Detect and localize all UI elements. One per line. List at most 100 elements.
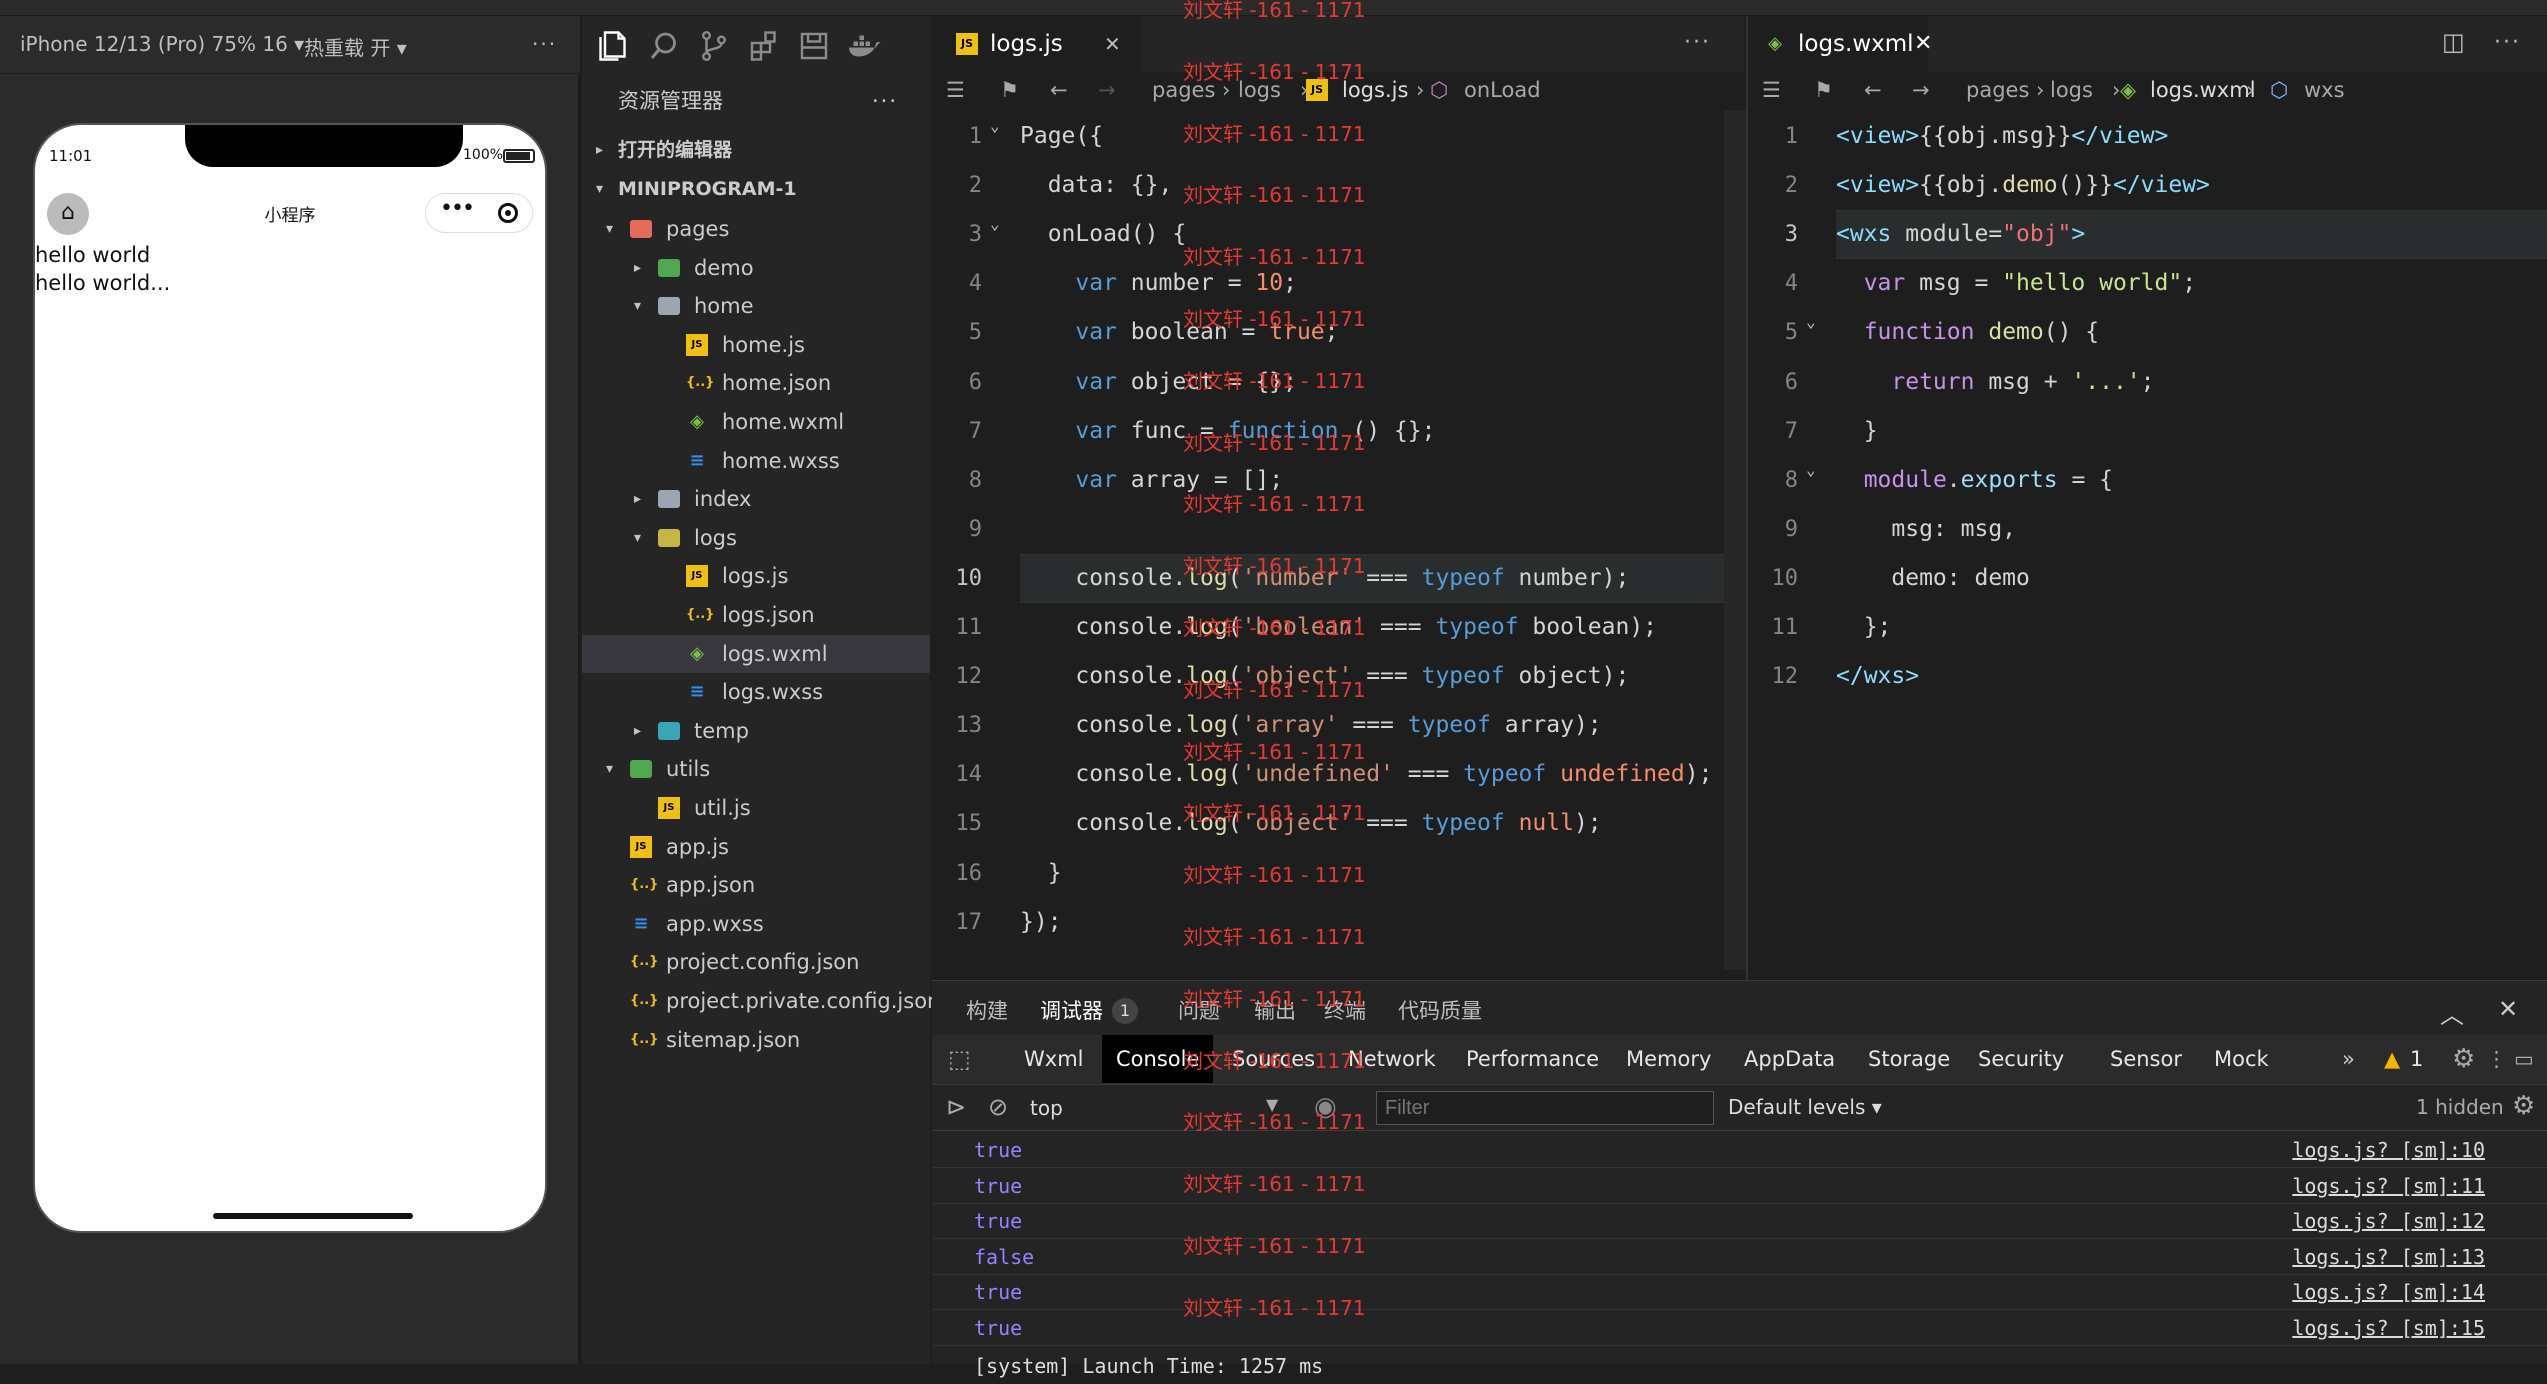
code-line[interactable]: <view>{{obj.msg}}</view> xyxy=(1836,112,2168,161)
back-icon[interactable]: ← xyxy=(1864,66,1882,114)
outline-icon[interactable]: ☰ xyxy=(1762,66,1781,114)
bookmark-icon[interactable]: ⚑ xyxy=(1000,66,1019,114)
code-line[interactable]: } xyxy=(1836,407,1878,456)
forward-icon[interactable]: → xyxy=(1912,66,1930,114)
fold-icon[interactable]: ⌄ xyxy=(990,116,1000,135)
code-line[interactable]: var object = {}; xyxy=(1020,358,1297,407)
tree-item-util-js[interactable]: JS util.js xyxy=(582,789,930,827)
files-icon[interactable] xyxy=(596,28,632,64)
outline-icon[interactable]: ☰ xyxy=(946,66,965,114)
code-line[interactable]: console.log('object' === typeof null); xyxy=(1020,799,1601,848)
tree-item-home-js[interactable]: JS home.js xyxy=(582,326,930,364)
gear-icon[interactable]: ⚙ xyxy=(2452,1035,2475,1083)
tree-item-project-config-json[interactable]: {..} project.config.json xyxy=(582,943,930,981)
tree-item-logs-wxss[interactable]: ≡ logs.wxss xyxy=(582,673,930,711)
capsule-close-icon[interactable] xyxy=(498,203,518,223)
back-icon[interactable]: ← xyxy=(1050,66,1068,114)
eye-icon[interactable]: ◉ xyxy=(1314,1092,1337,1122)
tree-item-home-json[interactable]: {..} home.json xyxy=(582,364,930,402)
panel-tab-security[interactable]: Security xyxy=(1978,1035,2064,1083)
log-source-link[interactable]: logs.js? [sm]:14 xyxy=(2292,1274,2485,1310)
code-line[interactable]: <wxs module="obj"> xyxy=(1836,210,2085,259)
devtools-tab-2[interactable]: 问题 xyxy=(1178,981,1220,1041)
tree-item-app-wxss[interactable]: ≡ app.wxss xyxy=(582,905,930,943)
maximize-panel-icon[interactable]: ︿ xyxy=(2440,995,2464,1030)
right-code-area[interactable]: 1 <view>{{obj.msg}}</view> 2 <view>{{obj.de… xyxy=(1748,110,2547,980)
left-code-area[interactable]: 1 Page({2 data: {}, 3 onLoad() {4 var numb… xyxy=(932,110,1744,980)
split-editor-icon[interactable]: ◫ xyxy=(2442,28,2465,56)
tab-logs-js[interactable]: JS logs.js ✕ xyxy=(932,16,1142,72)
code-line[interactable]: </wxs> xyxy=(1836,652,1919,701)
inspect-icon[interactable]: ⬚ xyxy=(948,1045,971,1073)
close-panel-icon[interactable]: ✕ xyxy=(2498,995,2518,1023)
tree-item-logs[interactable]: ▾ logs xyxy=(582,519,930,557)
dock-icon[interactable]: ▭ xyxy=(2514,1035,2534,1083)
panel-tab-performance[interactable]: Performance xyxy=(1466,1035,1599,1083)
devtools-tab-3[interactable]: 输出 xyxy=(1254,981,1296,1041)
bookmark-icon[interactable]: ⚑ xyxy=(1814,66,1833,114)
capsule-menu[interactable]: ••• xyxy=(425,193,533,233)
tree-item-index[interactable]: ▸ index xyxy=(582,480,930,518)
devtools-tab-4[interactable]: 终端 xyxy=(1324,981,1366,1041)
panel-tab-network[interactable]: Network xyxy=(1348,1035,1436,1083)
breadcrumb-item[interactable]: logs.wxml xyxy=(2150,66,2256,114)
tree-item-utils[interactable]: ▾ utils xyxy=(582,750,930,788)
panel-tab-storage[interactable]: Storage xyxy=(1868,1035,1950,1083)
breadcrumb-item[interactable]: onLoad xyxy=(1464,66,1541,114)
breadcrumb-item[interactable]: pages xyxy=(1966,66,2029,114)
panel-tab-console[interactable]: Console xyxy=(1102,1035,1214,1083)
editor-more-button[interactable]: ··· xyxy=(2494,30,2521,55)
project-section[interactable]: ▾ MINIPROGRAM-1 xyxy=(582,170,930,208)
code-line[interactable]: msg: msg, xyxy=(1836,505,2016,554)
code-line[interactable]: function demo() { xyxy=(1836,308,2099,357)
extensions-icon[interactable] xyxy=(746,28,782,64)
breadcrumb-item[interactable]: pages xyxy=(1152,66,1215,114)
forward-icon[interactable]: → xyxy=(1098,66,1116,114)
code-line[interactable]: console.log('undefined' === typeof undef… xyxy=(1020,750,1712,799)
panel-tab-sources[interactable]: Sources xyxy=(1232,1035,1315,1083)
code-line[interactable]: module.exports = { xyxy=(1836,456,2113,505)
breadcrumb-item[interactable]: logs xyxy=(2050,66,2093,114)
fold-icon[interactable]: ⌄ xyxy=(1806,460,1816,479)
code-line[interactable]: console.log('array' === typeof array); xyxy=(1020,701,1601,750)
tab-logs-wxml[interactable]: ◈ logs.wxml ✕ xyxy=(1748,16,1932,72)
panel-tab-mock[interactable]: Mock xyxy=(2214,1035,2269,1083)
filter-input[interactable] xyxy=(1376,1091,1714,1125)
tree-item-app-js[interactable]: JS app.js xyxy=(582,828,930,866)
clear-console-icon[interactable]: ⊘ xyxy=(988,1093,1008,1121)
docker-icon[interactable] xyxy=(846,28,882,64)
code-line[interactable]: var msg = "hello world"; xyxy=(1836,259,2196,308)
warning-count[interactable]: 1 xyxy=(2410,1035,2423,1083)
hot-reload-toggle[interactable]: 热重载 开 ▾ xyxy=(304,32,407,61)
code-line[interactable]: var array = []; xyxy=(1020,456,1283,505)
code-line[interactable]: data: {}, xyxy=(1020,161,1173,210)
code-line[interactable]: }); xyxy=(1020,898,1062,947)
tree-item-logs-json[interactable]: {..} logs.json xyxy=(582,596,930,634)
panel-tab-memory[interactable]: Memory xyxy=(1626,1035,1711,1083)
chevron-down-icon[interactable]: ▼ xyxy=(1266,1095,1278,1114)
tree-item-home-wxss[interactable]: ≡ home.wxss xyxy=(582,442,930,480)
left-scrollbar[interactable] xyxy=(1724,110,1746,970)
code-line[interactable]: return msg + '...'; xyxy=(1836,358,2154,407)
tree-item-sitemap-json[interactable]: {..} sitemap.json xyxy=(582,1021,930,1059)
levels-dropdown[interactable]: Default levels ▾ xyxy=(1728,1095,1882,1119)
tree-item-logs-wxml[interactable]: ◈ logs.wxml xyxy=(582,634,930,673)
devtools-tab-0[interactable]: 构建 xyxy=(966,981,1008,1041)
code-line[interactable]: var func = function () {}; xyxy=(1020,407,1435,456)
context-selector[interactable]: top xyxy=(1030,1096,1063,1120)
breadcrumb-item[interactable]: wxs xyxy=(2304,66,2345,114)
tree-item-app-json[interactable]: {..} app.json xyxy=(582,866,930,904)
panel-tab-appdata[interactable]: AppData xyxy=(1744,1035,1835,1083)
devtools-tab-5[interactable]: 代码质量 xyxy=(1398,981,1482,1041)
log-source-link[interactable]: logs.js? [sm]:10 xyxy=(2292,1132,2485,1168)
code-line[interactable]: Page({ xyxy=(1020,112,1103,161)
code-line[interactable]: } xyxy=(1020,849,1062,898)
tree-item-home[interactable]: ▾ home xyxy=(582,287,930,325)
tree-item-temp[interactable]: ▸ temp xyxy=(582,712,930,750)
search-icon[interactable] xyxy=(646,28,682,64)
code-line[interactable]: var number = 10; xyxy=(1020,259,1297,308)
open-editors-section[interactable]: ▸ 打开的编辑器 xyxy=(582,131,930,169)
code-line[interactable]: onLoad() { xyxy=(1020,210,1186,259)
source-control-icon[interactable] xyxy=(696,28,732,64)
tree-item-project-private-config-json[interactable]: {..} project.private.config.json xyxy=(582,982,940,1020)
